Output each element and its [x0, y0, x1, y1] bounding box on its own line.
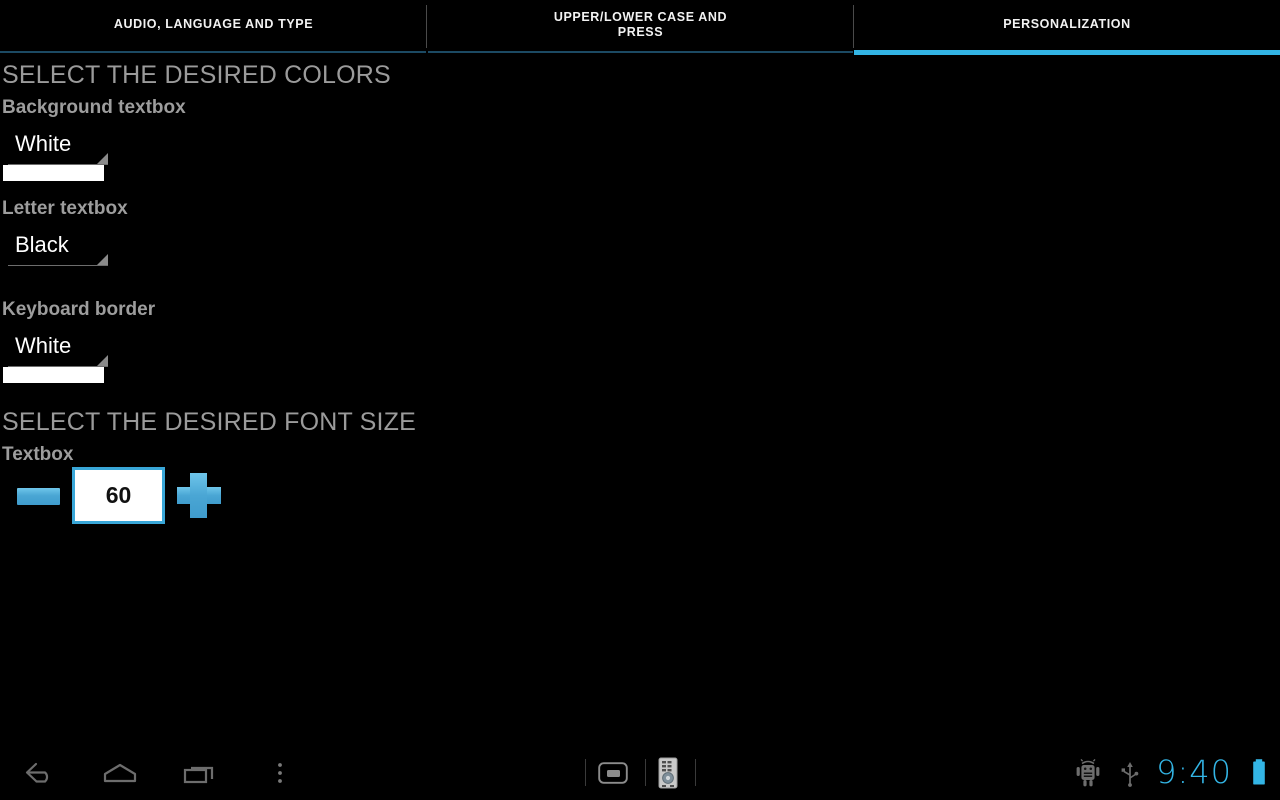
label-textbox-font-size: Textbox [2, 444, 74, 465]
usb-status[interactable] [1110, 745, 1150, 800]
tab-indicator-inactive [0, 51, 426, 53]
font-size-value: 60 [105, 482, 132, 508]
usb-icon [1121, 761, 1139, 787]
recent-apps-button[interactable] [170, 745, 230, 800]
clock-status[interactable]: 9:40 [1150, 745, 1238, 800]
settings-content: SELECT THE DESIRED COLORS Background tex… [0, 55, 1280, 745]
tab-indicator-inactive [428, 51, 853, 53]
tab-divider [853, 5, 854, 48]
system-navigation-bar: 9:40 [0, 745, 1280, 800]
tab-label: AUDIO, LANGUAGE AND TYPE [113, 17, 314, 31]
nav-separator [585, 759, 586, 786]
app-screen: AUDIO, LANGUAGE AND TYPE UPPER/LOWER CAS… [0, 0, 1280, 800]
back-button[interactable] [10, 745, 70, 800]
remote-control-icon [658, 757, 678, 788]
tab-divider [426, 5, 427, 48]
remote-control-button[interactable] [650, 745, 686, 800]
label-keyboard-border: Keyboard border [2, 299, 156, 320]
keyboard-switcher-icon [598, 761, 628, 784]
home-icon [103, 763, 137, 782]
back-arrow-icon [25, 762, 49, 783]
color-swatch-letter-textbox [3, 266, 104, 282]
nav-separator [645, 759, 646, 786]
tab-label: PERSONALIZATION [1003, 17, 1131, 31]
spinner-value: White [15, 131, 72, 156]
clock-time: 9:40 [1156, 753, 1232, 791]
chevron-down-icon [97, 355, 108, 366]
battery-status[interactable] [1238, 745, 1280, 800]
home-button[interactable] [90, 745, 150, 800]
status-icons-area: 9:40 [1066, 745, 1280, 800]
tab-personalization[interactable]: PERSONALIZATION [854, 0, 1280, 55]
android-debug-status[interactable] [1066, 745, 1110, 800]
font-size-input[interactable]: 60 [72, 467, 165, 524]
tab-audio-language-and-type[interactable]: AUDIO, LANGUAGE AND TYPE [0, 0, 427, 55]
spinner-value: Black [15, 232, 69, 257]
android-debug-icon [1076, 758, 1100, 786]
spinner-value: White [15, 333, 72, 358]
label-background-textbox: Background textbox [2, 97, 186, 118]
increase-font-size-button[interactable] [175, 471, 223, 519]
keyboard-switcher-button[interactable] [590, 745, 636, 800]
recent-apps-icon [183, 766, 214, 783]
font-size-section-header: SELECT THE DESIRED FONT SIZE [2, 408, 417, 436]
tab-upper-lower-case-and-press[interactable]: UPPER/LOWER CASE AND PRESS [427, 0, 854, 55]
overflow-menu-icon [278, 762, 282, 783]
nav-separator [695, 759, 696, 786]
colors-section-header: SELECT THE DESIRED COLORS [2, 61, 391, 89]
plus-icon-vertical [190, 473, 207, 518]
chevron-down-icon [97, 254, 108, 265]
label-letter-textbox: Letter textbox [2, 198, 128, 219]
chevron-down-icon [97, 153, 108, 164]
color-swatch-keyboard-border [3, 367, 104, 383]
tab-bar: AUDIO, LANGUAGE AND TYPE UPPER/LOWER CAS… [0, 0, 1280, 55]
color-swatch-background-textbox [3, 165, 104, 181]
overflow-menu-button[interactable] [255, 745, 305, 800]
battery-full-icon [1253, 758, 1265, 784]
tab-label: UPPER/LOWER CASE AND PRESS [553, 9, 728, 39]
decrease-font-size-button[interactable] [17, 488, 60, 505]
